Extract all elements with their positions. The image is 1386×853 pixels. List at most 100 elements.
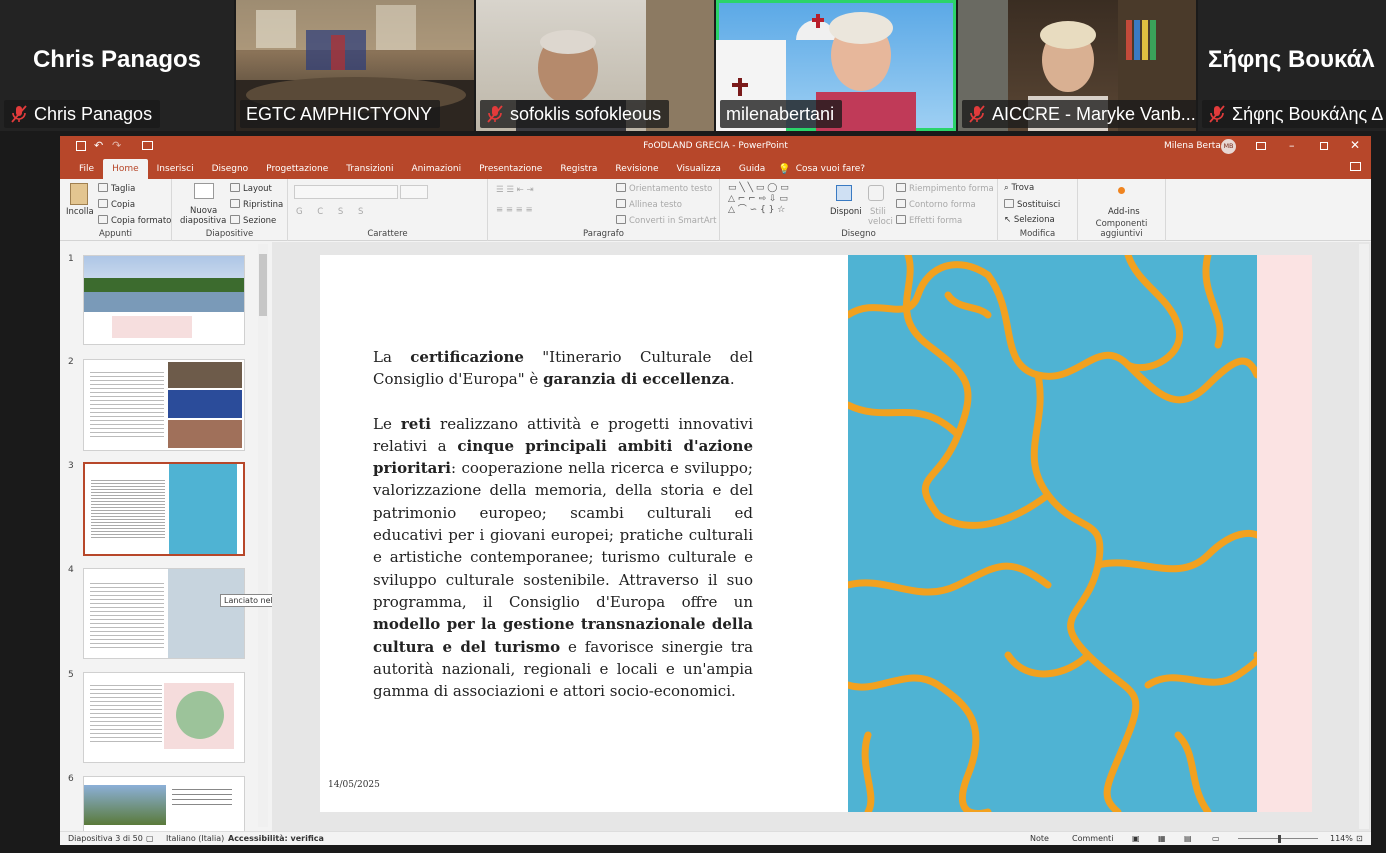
tab-presentazione[interactable]: Presentazione [470,159,551,179]
tab-visualizza[interactable]: Visualizza [668,159,730,179]
text-run: : cooperazione nella ricerca e sviluppo;… [373,459,753,611]
shape-fill-button[interactable]: Riempimento forma [896,183,994,194]
smartart-icon [616,215,626,224]
text-direction-button[interactable]: Orientamento testo [616,183,712,194]
participant-name: Σήφης Βουκάλης Δ [1232,104,1384,124]
select-button[interactable]: ↖ Seleziona [1004,215,1055,225]
thumbnail-text [90,372,164,440]
slide-thumbnail-2[interactable] [83,359,245,451]
slide-thumbnail-6[interactable] [83,776,245,831]
new-slide-button-line2[interactable]: diapositiva [180,216,226,226]
participant-tile-milenabertani[interactable]: milenabertani [716,0,956,131]
group-label: Componenti aggiuntivi [1095,219,1148,239]
fit-slide-icon[interactable]: ⊡ [1356,834,1363,843]
normal-view-icon[interactable]: ▣ [1132,834,1140,843]
align-text-button[interactable]: Allinea testo [616,199,682,210]
group-disegno: ▭ ╲ ╲ ▭ ◯ ▭ △ ⌐ ⌐ ⇨ ⇩ ▭ △ ⌒ ∽ { } ☆ Dispon… [720,179,998,241]
restore-icon[interactable] [1320,142,1328,150]
participant-tile-sifis[interactable]: Σήφης Βουκάλ Σήφης Βουκάλης Δ [1198,0,1386,131]
cut-button[interactable]: Taglia [98,183,135,194]
paste-button[interactable]: Incolla [66,207,94,217]
list-buttons[interactable]: ☰ ☰ ⇤ ⇥ [496,185,534,195]
thumbnail-map [169,464,237,554]
participant-tile-sofoklis[interactable]: sofoklis sofokleous [476,0,714,131]
shape-outline-button[interactable]: Contorno forma [896,199,976,210]
layout-button[interactable]: Layout [230,183,272,194]
addins-icon[interactable] [1118,187,1125,194]
thumbnail-river [84,292,244,312]
avatar[interactable]: MB [1221,139,1236,154]
participant-tile-aiccre[interactable]: AICCRE - Maryke Vanb... [958,0,1196,131]
find-button[interactable]: ⌕ Trova [1004,183,1034,193]
font-size-box[interactable] [400,185,428,199]
format-painter-button[interactable]: Copia formato [98,215,171,226]
slide-sorter-icon[interactable]: ▦ [1158,834,1166,843]
group-label: Paragrafo [583,229,624,239]
section-button[interactable]: Sezione [230,215,276,226]
user-name[interactable]: Milena Bertani [1164,141,1229,151]
participant-tile-chris-panagos[interactable]: Chris Panagos Chris Panagos [0,0,234,131]
shape-effects-button[interactable]: Effetti forma [896,215,962,226]
notes-button[interactable]: Note [1030,834,1049,843]
thumbnail-number: 3 [68,461,74,471]
find-label: Trova [1011,183,1035,193]
minimize-icon[interactable]: – [1289,139,1295,152]
copy-icon [98,199,108,208]
copy-button[interactable]: Copia [98,199,135,210]
quick-styles-icon[interactable] [868,185,884,201]
paste-icon[interactable] [70,183,88,205]
scissors-icon [98,183,108,192]
reset-button[interactable]: Ripristina [230,199,283,210]
slide-thumbnail-5[interactable] [83,672,245,763]
accessibility-status[interactable]: Accessibilità: verifica [228,834,324,843]
tab-guida[interactable]: Guida [730,159,774,179]
slideshow-icon[interactable]: ▭ [1212,834,1220,843]
editor-scrollbar[interactable] [1359,244,1369,829]
slide-thumbnail-4[interactable] [83,568,245,659]
slide-canvas[interactable]: La certificazione "Itinerario Culturale … [320,255,1312,812]
language-indicator[interactable]: Italiano (Italia) [166,834,224,843]
layout-label: Layout [243,184,272,194]
slide-body-text[interactable]: La certificazione "Itinerario Culturale … [373,346,753,724]
new-slide-icon[interactable] [194,183,214,199]
tab-registra[interactable]: Registra [551,159,606,179]
zoom-level[interactable]: 114% [1330,834,1353,843]
zoom-slider-thumb[interactable] [1278,835,1281,843]
comments-button[interactable]: Commenti [1072,834,1113,843]
section-icon [230,215,240,224]
replace-button[interactable]: Sostituisci [1004,199,1060,210]
reading-view-icon[interactable]: ▤ [1184,834,1192,843]
select-label: Seleziona [1013,215,1055,225]
shapes-gallery[interactable]: ▭ ╲ ╲ ▭ ◯ ▭ △ ⌐ ⌐ ⇨ ⇩ ▭ △ ⌒ ∽ { } ☆ [728,183,818,219]
tab-revisione[interactable]: Revisione [606,159,667,179]
alignment-buttons[interactable]: ≡ ≡ ≡ ≡ [496,205,533,215]
font-name-box[interactable] [294,185,398,199]
quick-styles-button[interactable]: Stili [870,207,886,217]
tab-home[interactable]: Home [103,159,148,179]
tab-disegno[interactable]: Disegno [203,159,258,179]
arrange-icon[interactable] [836,185,852,201]
close-icon[interactable]: ✕ [1350,138,1360,152]
quick-styles-button-line2[interactable]: veloci [868,217,893,227]
thumbnail-scrollbar[interactable] [258,244,268,827]
new-slide-button[interactable]: Nuova [190,206,217,216]
spellcheck-icon[interactable]: ▢ [146,834,154,843]
tell-me-box[interactable]: Cosa vuoi fare? [796,164,865,174]
slide-thumbnail-1[interactable] [83,255,245,345]
tab-transizioni[interactable]: Transizioni [337,159,402,179]
ribbon-display-icon[interactable] [1256,142,1266,150]
participant-name-tag: AICCRE - Maryke Vanb... [962,100,1196,128]
smartart-button[interactable]: Converti in SmartArt [616,215,716,226]
arrange-button[interactable]: Disponi [830,207,862,217]
font-format-buttons[interactable]: G C S S [296,207,369,217]
tab-animazioni[interactable]: Animazioni [402,159,470,179]
slide-thumbnail-3[interactable] [83,462,245,556]
scrollbar-thumb[interactable] [259,254,267,316]
tab-progettazione[interactable]: Progettazione [257,159,337,179]
comment-icon[interactable] [1350,162,1361,171]
addins-button[interactable]: Add-ins [1108,207,1140,217]
tab-row: File Home Inserisci Disegno Progettazione Tra… [60,159,774,179]
participant-tile-egtc[interactable]: EGTC AMPHICTYONY [236,0,474,131]
tab-inserisci[interactable]: Inserisci [148,159,203,179]
tab-file[interactable]: File [70,159,103,179]
